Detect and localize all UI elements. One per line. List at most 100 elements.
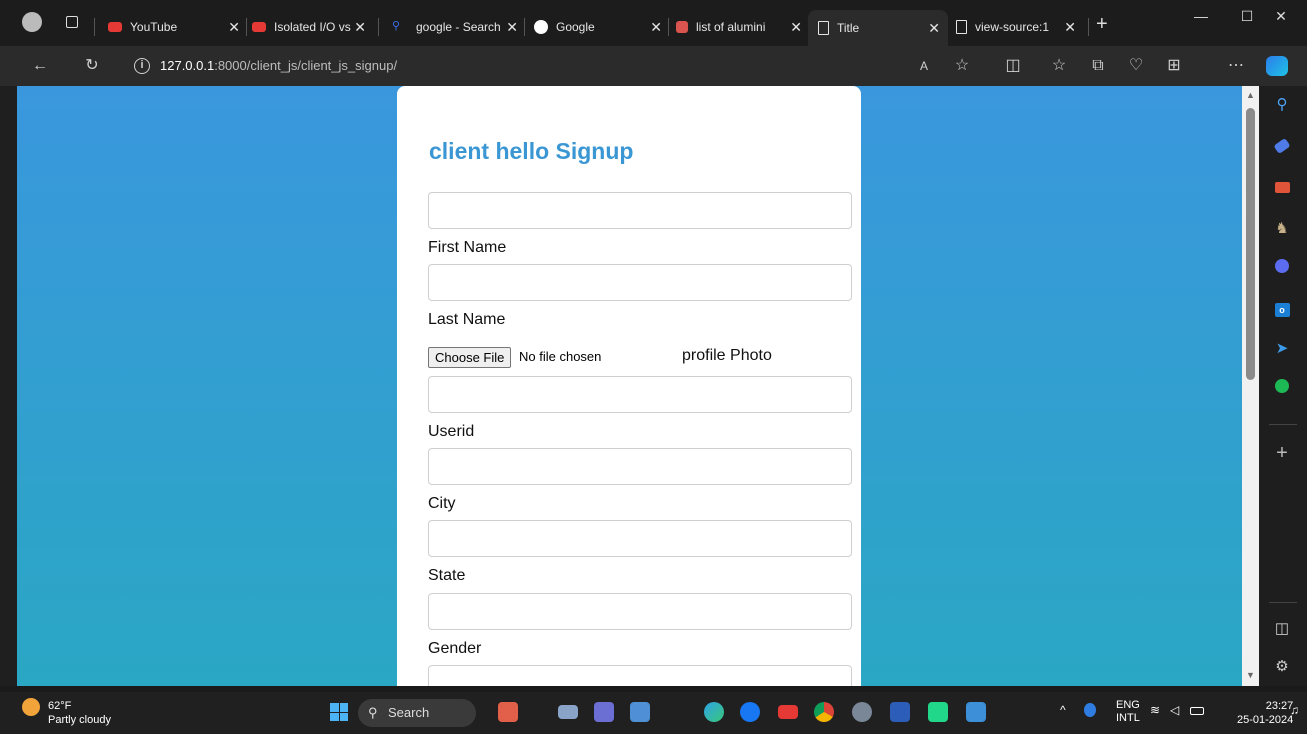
shopping-tag-icon[interactable] — [1271, 136, 1293, 158]
tab-isolated-io[interactable]: Isolated I/O vs ✕ — [252, 12, 374, 42]
search-label: Search — [388, 705, 430, 720]
last-name-label: Last Name — [428, 311, 506, 328]
tab-title-active[interactable]: Title ✕ — [808, 10, 948, 46]
search-icon[interactable]: ⚲ — [1271, 94, 1293, 116]
youtube-icon[interactable] — [778, 705, 798, 719]
weather-temp: 62°F — [48, 700, 72, 712]
tab-title: view-source:1 — [975, 20, 1050, 34]
widgets-icon[interactable] — [498, 702, 518, 722]
weather-sun-cloud-icon — [22, 698, 40, 716]
choose-file-button[interactable]: Choose File — [428, 347, 512, 368]
wifi-icon[interactable]: ≋ — [1150, 704, 1160, 717]
tab-youtube[interactable]: YouTube ✕ — [108, 12, 248, 42]
search-icon: ⚲ — [368, 705, 378, 720]
add-sidebar-app-icon[interactable]: + — [1271, 442, 1293, 464]
facebook-icon[interactable] — [740, 702, 760, 722]
tab-title: YouTube — [130, 20, 178, 34]
profile-avatar[interactable] — [22, 12, 42, 32]
top-text-input[interactable] — [428, 192, 852, 229]
hide-sidebar-icon[interactable]: ◫ — [1271, 618, 1293, 640]
tab-view-source[interactable]: view-source:1 ✕ — [956, 12, 1084, 42]
page-scrollbar[interactable]: ▲ ▼ — [1242, 86, 1259, 686]
word-icon[interactable] — [890, 702, 910, 722]
city-label: City — [428, 495, 456, 512]
state-input[interactable] — [428, 520, 852, 557]
gender-input[interactable] — [428, 593, 852, 630]
windows-start-icon[interactable] — [330, 703, 348, 721]
language-layout: INTL — [1116, 712, 1140, 724]
outlook-icon[interactable]: o — [1271, 298, 1293, 320]
send-icon[interactable]: ➤ — [1271, 338, 1293, 360]
clock-time: 23:27 — [1265, 700, 1294, 712]
battery-icon[interactable] — [1190, 707, 1204, 715]
read-aloud-icon[interactable]: A — [912, 54, 936, 78]
site-info-icon[interactable]: i — [134, 58, 150, 74]
system-clock[interactable]: 23:27 25-01-2024 — [1237, 699, 1293, 727]
store-icon[interactable] — [630, 702, 650, 722]
task-view-icon[interactable] — [558, 705, 578, 719]
scroll-down-arrow-icon[interactable]: ▼ — [1246, 670, 1255, 680]
weather-widget[interactable]: 62°F Partly cloudy — [22, 692, 122, 734]
url-path: :8000/client_js/client_js_signup/ — [214, 58, 398, 73]
browser-essentials-icon[interactable]: ♡ — [1124, 54, 1148, 78]
page-viewport: client hello Signup First Name Last Name… — [17, 86, 1242, 686]
settings-gear-icon[interactable]: ⚙ — [1271, 656, 1293, 678]
minimize-button[interactable]: — — [1178, 8, 1224, 24]
refresh-icon[interactable]: ↻ — [80, 54, 104, 78]
tab-title: google - Search — [416, 20, 501, 34]
taskbar-search[interactable]: ⚲ Search — [358, 699, 476, 727]
close-window-button[interactable]: ✕ — [1258, 8, 1304, 25]
google-icon — [534, 20, 548, 34]
close-icon[interactable]: ✕ — [650, 19, 662, 36]
chrome-icon[interactable] — [814, 702, 834, 722]
notepad-icon[interactable] — [966, 702, 986, 722]
tab-google[interactable]: Google ✕ — [534, 12, 670, 42]
next-field-input[interactable] — [428, 665, 852, 686]
language-indicator[interactable]: ENG INTL — [1116, 699, 1140, 725]
edge-sidebar: ⚲ ♞ o ➤ + ◫ ⚙ — [1259, 86, 1307, 686]
tools-briefcase-icon[interactable] — [1271, 178, 1293, 200]
favorite-star-icon[interactable]: ☆ — [950, 54, 974, 78]
spotify-icon[interactable] — [1271, 378, 1293, 400]
back-arrow-icon[interactable]: ← — [28, 54, 52, 78]
page-icon — [818, 21, 829, 35]
notifications-bell-icon[interactable]: ♫ — [1290, 704, 1299, 717]
extensions-icon[interactable]: ⊞ — [1162, 54, 1186, 78]
new-tab-button[interactable]: + — [1096, 14, 1108, 34]
collections-icon[interactable]: ⧉ — [1086, 54, 1110, 78]
clock-date: 25-01-2024 — [1237, 714, 1294, 726]
close-icon[interactable]: ✕ — [928, 20, 940, 37]
tab-google-search[interactable]: ⚲ google - Search ✕ — [392, 12, 526, 42]
more-menu-icon[interactable]: ⋯ — [1224, 54, 1248, 78]
settings-app-icon[interactable] — [852, 702, 872, 722]
city-input[interactable] — [428, 448, 852, 485]
copilot-sidebar-icon[interactable] — [1271, 258, 1293, 280]
edge-icon[interactable] — [704, 702, 724, 722]
weather-desc: Partly cloudy — [48, 714, 111, 726]
address-bar[interactable]: 127.0.0.1:8000/client_js/client_js_signu… — [160, 58, 397, 73]
games-chess-icon[interactable]: ♞ — [1271, 218, 1293, 240]
volume-icon[interactable]: ◁ — [1170, 704, 1179, 717]
scroll-up-arrow-icon[interactable]: ▲ — [1246, 90, 1255, 100]
close-icon[interactable]: ✕ — [506, 19, 518, 36]
close-icon[interactable]: ✕ — [1064, 19, 1076, 36]
scroll-thumb[interactable] — [1246, 108, 1255, 380]
youtube-icon — [108, 22, 122, 32]
signup-form-card: client hello Signup First Name Last Name… — [397, 86, 861, 686]
teams-icon[interactable] — [594, 702, 614, 722]
userid-input[interactable] — [428, 376, 852, 413]
tab-actions-icon[interactable] — [66, 16, 78, 28]
favorites-icon[interactable]: ☆ — [1047, 54, 1071, 78]
pycharm-icon[interactable] — [928, 702, 948, 722]
site-icon — [676, 21, 688, 33]
tab-list-of-alumini[interactable]: list of alumini ✕ — [676, 12, 810, 42]
bluetooth-icon[interactable] — [1084, 703, 1096, 717]
tab-strip: YouTube ✕ Isolated I/O vs ✕ ⚲ google - S… — [0, 0, 1307, 46]
split-screen-icon[interactable]: ◫ — [1001, 54, 1025, 78]
close-icon[interactable]: ✕ — [228, 19, 240, 36]
first-name-input[interactable] — [428, 264, 852, 301]
close-icon[interactable]: ✕ — [790, 19, 802, 36]
show-hidden-icons-chevron-icon[interactable]: ^ — [1060, 704, 1066, 717]
copilot-icon[interactable] — [1266, 56, 1288, 76]
close-icon[interactable]: ✕ — [354, 19, 366, 36]
